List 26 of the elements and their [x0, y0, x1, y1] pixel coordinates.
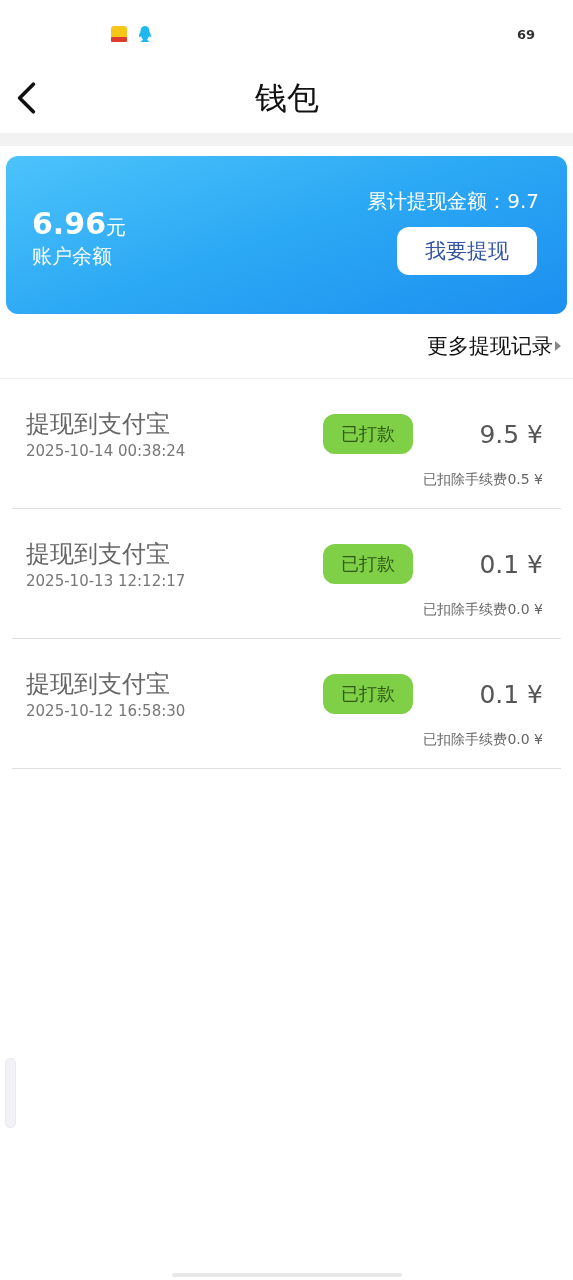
app-icon: [110, 25, 128, 43]
balance-amount: 6.96元: [32, 206, 127, 241]
more-records-link[interactable]: 更多提现记录: [427, 332, 553, 360]
status-badge: 已打款: [323, 674, 413, 714]
record-title: 提现到支付宝: [26, 539, 171, 570]
record-amount: 0.1 ¥: [478, 549, 543, 579]
fee-note: 已扣除手续费0.0 ¥: [422, 731, 543, 749]
penguin-icon: [136, 25, 154, 43]
record-title: 提现到支付宝: [26, 669, 171, 700]
record-title: 提现到支付宝: [26, 409, 171, 440]
record-time: 2025-10-14 00:38:24: [26, 442, 187, 460]
page-title: 钱包: [254, 78, 319, 119]
battery-level: 69: [516, 26, 535, 42]
fee-note: 已扣除手续费0.5 ¥: [422, 471, 543, 489]
total-withdrawn: 累计提现金额：9.7: [367, 187, 539, 215]
record-amount: 0.1 ¥: [478, 679, 543, 709]
back-icon[interactable]: [15, 81, 37, 115]
triangle-icon: [555, 341, 561, 351]
record-time: 2025-10-13 12:12:17: [26, 572, 187, 590]
withdraw-button[interactable]: 我要提现: [397, 226, 537, 275]
record-time: 2025-10-12 16:58:30: [26, 702, 187, 720]
status-badge: 已打款: [323, 414, 413, 454]
record-amount: 9.5 ¥: [478, 419, 543, 449]
balance-label: 账户余额: [32, 243, 113, 270]
status-badge: 已打款: [323, 544, 413, 584]
fee-note: 已扣除手续费0.0 ¥: [422, 601, 543, 619]
